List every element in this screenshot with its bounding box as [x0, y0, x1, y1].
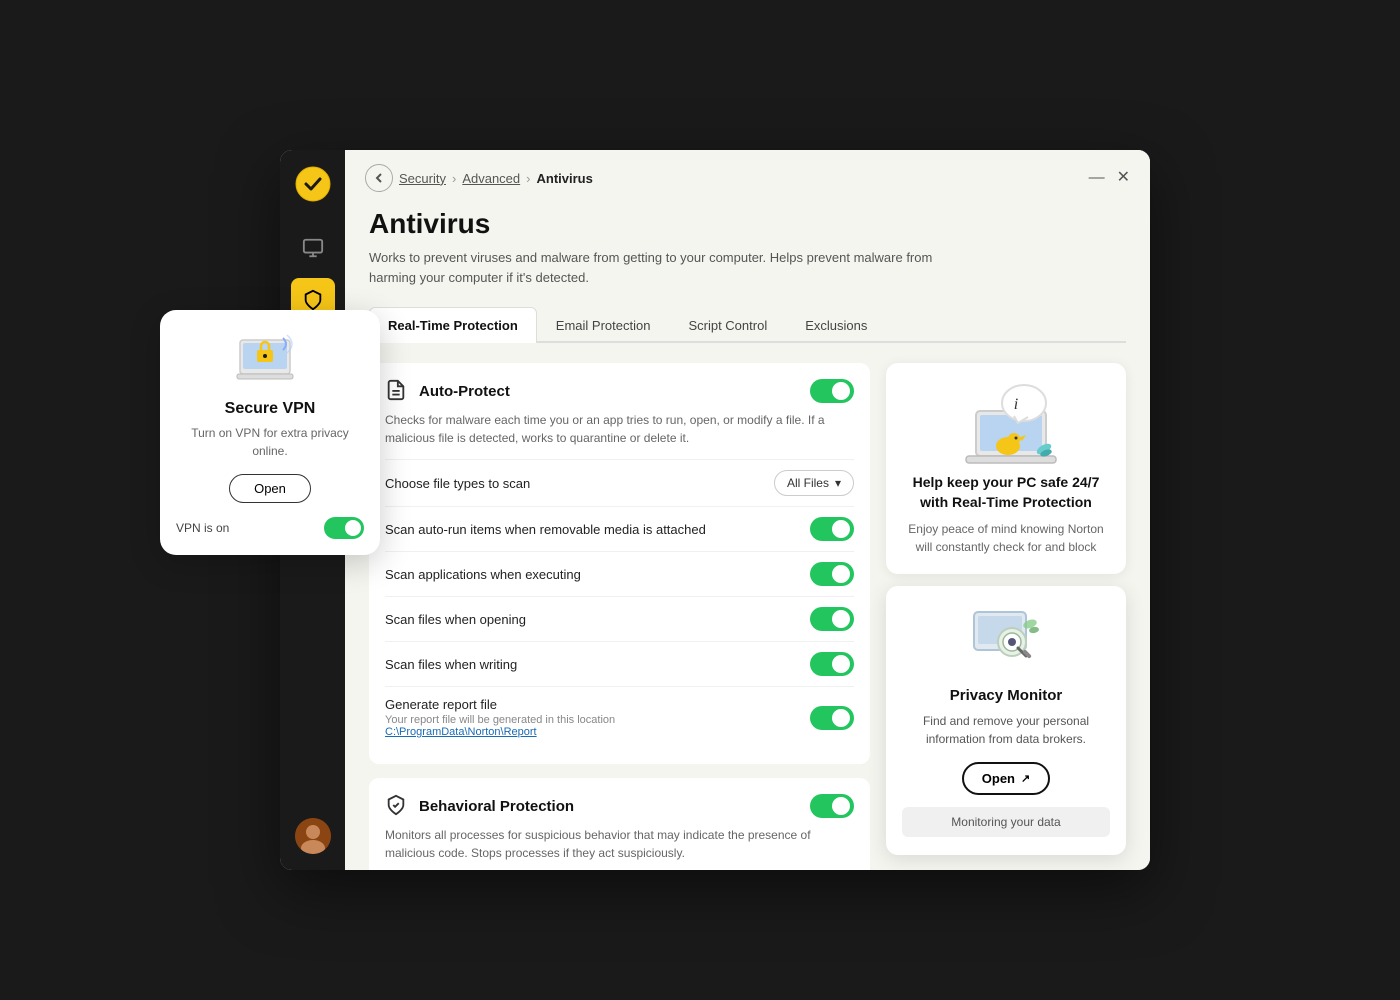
auto-protect-header: Auto-Protect ✓ [385, 379, 854, 403]
split-layout: Auto-Protect ✓ Checks for malware each t… [369, 363, 1126, 870]
report-label: Generate report file [385, 697, 615, 712]
setting-row-report: Generate report file Your report file wi… [385, 686, 854, 748]
file-type-label: Choose file types to scan [385, 476, 530, 491]
setting-row-opening: Scan files when opening ✓ [385, 596, 854, 641]
autorun-toggle[interactable]: ✓ [810, 517, 854, 541]
setting-row-apps: Scan applications when executing ✓ [385, 551, 854, 596]
realtime-illustration: i [956, 381, 1056, 461]
external-link-icon: ↗ [1021, 772, 1030, 785]
tab-exclusions[interactable]: Exclusions [786, 307, 886, 343]
opening-toggle[interactable]: ✓ [810, 607, 854, 631]
back-button[interactable] [365, 164, 393, 192]
apps-label: Scan applications when executing [385, 567, 581, 582]
vpn-illustration [235, 330, 305, 390]
sidebar-item-device[interactable] [291, 226, 335, 270]
breadcrumb-security[interactable]: Security [399, 171, 446, 186]
privacy-card-desc: Find and remove your personal informatio… [902, 712, 1110, 748]
realtime-card-title: Help keep your PC safe 24/7 with Real-Ti… [902, 473, 1110, 512]
breadcrumb: Security › Advanced › Antivirus [365, 164, 593, 192]
file-type-row: Choose file types to scan All Files ▾ [385, 459, 854, 506]
writing-label: Scan files when writing [385, 657, 517, 672]
setting-row-autorun: Scan auto-run items when removable media… [385, 506, 854, 551]
behavioral-toggle[interactable]: ✓ [810, 794, 854, 818]
behavioral-title: Behavioral Protection [419, 798, 574, 815]
report-toggle[interactable]: ✓ [810, 706, 854, 730]
settings-panel: Auto-Protect ✓ Checks for malware each t… [369, 363, 870, 870]
privacy-monitor-card: Privacy Monitor Find and remove your per… [886, 586, 1126, 855]
vpn-card: Secure VPN Turn on VPN for extra privacy… [160, 310, 380, 555]
breadcrumb-sep-1: › [452, 171, 456, 186]
breadcrumb-current: Antivirus [536, 171, 592, 186]
side-cards: i [886, 363, 1126, 870]
title-bar: Security › Advanced › Antivirus — ✕ [345, 150, 1150, 192]
minimize-button[interactable]: — [1089, 170, 1105, 186]
apps-toggle[interactable]: ✓ [810, 562, 854, 586]
page-title: Antivirus [369, 208, 1126, 240]
tab-script-control[interactable]: Script Control [669, 307, 786, 343]
page-content: Antivirus Works to prevent viruses and m… [345, 192, 1150, 870]
auto-protect-toggle[interactable]: ✓ [810, 379, 854, 403]
report-link[interactable]: C:\ProgramData\Norton\Report [385, 726, 615, 738]
monitoring-badge: Monitoring your data [902, 807, 1110, 837]
vpn-status-row: VPN is on ✓ [176, 517, 364, 539]
opening-label: Scan files when opening [385, 612, 526, 627]
vpn-title: Secure VPN [225, 400, 316, 418]
auto-protect-section: Auto-Protect ✓ Checks for malware each t… [369, 363, 870, 764]
auto-protect-icon [385, 379, 409, 403]
privacy-illustration [966, 604, 1046, 669]
page-description: Works to prevent viruses and malware fro… [369, 248, 949, 287]
behavioral-protection-section: Behavioral Protection ✓ Monitors all pro… [369, 778, 870, 870]
behavioral-desc: Monitors all processes for suspicious be… [385, 826, 854, 862]
privacy-open-button[interactable]: Open ↗ [962, 762, 1050, 795]
privacy-open-label: Open [982, 771, 1015, 786]
setting-row-writing: Scan files when writing ✓ [385, 641, 854, 686]
auto-protect-title-row: Auto-Protect [385, 379, 510, 403]
vpn-toggle[interactable]: ✓ [324, 517, 364, 539]
user-avatar[interactable] [295, 818, 331, 854]
content-area: Security › Advanced › Antivirus — ✕ Anti… [345, 150, 1150, 870]
main-window: Security › Advanced › Antivirus — ✕ Anti… [280, 150, 1150, 870]
behavioral-icon [385, 794, 409, 818]
tabs: Real-Time Protection Email Protection Sc… [369, 307, 1126, 343]
tab-real-time-protection[interactable]: Real-Time Protection [369, 307, 537, 343]
behavioral-title-row: Behavioral Protection [385, 794, 574, 818]
file-type-selector[interactable]: All Files ▾ [774, 470, 854, 496]
breadcrumb-advanced[interactable]: Advanced [462, 171, 520, 186]
behavioral-protection-header: Behavioral Protection ✓ [385, 794, 854, 818]
realtime-info-card: i [886, 363, 1126, 574]
auto-protect-title: Auto-Protect [419, 383, 510, 400]
privacy-card-title: Privacy Monitor [950, 687, 1063, 704]
file-type-value: All Files [787, 476, 829, 490]
privacy-card-inner: Privacy Monitor Find and remove your per… [902, 604, 1110, 837]
vpn-open-button[interactable]: Open [229, 474, 311, 503]
chevron-down-icon: ▾ [835, 476, 841, 490]
svg-text:i: i [1014, 396, 1018, 413]
tab-email-protection[interactable]: Email Protection [537, 307, 670, 343]
breadcrumb-sep-2: › [526, 171, 530, 186]
vpn-desc: Turn on VPN for extra privacy online. [176, 424, 364, 460]
writing-toggle[interactable]: ✓ [810, 652, 854, 676]
close-button[interactable]: ✕ [1117, 170, 1130, 186]
auto-protect-desc: Checks for malware each time you or an a… [385, 411, 854, 447]
norton-logo[interactable] [295, 166, 331, 202]
vpn-status-label: VPN is on [176, 521, 229, 535]
autorun-label: Scan auto-run items when removable media… [385, 522, 706, 537]
report-sub: Your report file will be generated in th… [385, 714, 615, 726]
realtime-card-desc: Enjoy peace of mind knowing Norton will … [902, 520, 1110, 556]
window-controls: — ✕ [1089, 170, 1130, 186]
